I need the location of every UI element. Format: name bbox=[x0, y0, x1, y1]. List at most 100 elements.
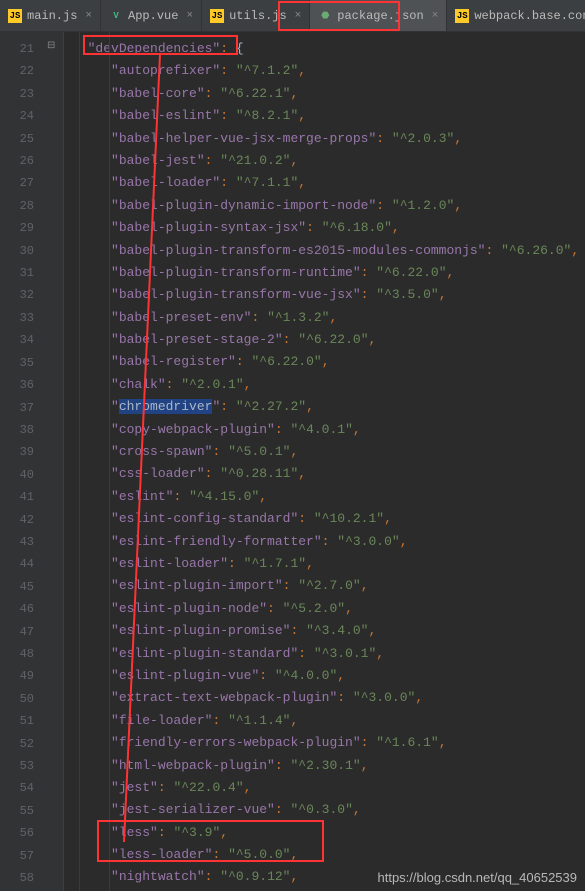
fold-gutter: ⊟ bbox=[44, 32, 64, 891]
code-line: "eslint-loader": "^1.7.1", bbox=[72, 553, 585, 575]
line-number: 56 bbox=[0, 822, 34, 844]
code-line: "babel-helper-vue-jsx-merge-props": "^2.… bbox=[72, 128, 585, 150]
js-icon: JS bbox=[210, 9, 224, 23]
close-icon[interactable]: × bbox=[432, 10, 439, 22]
line-number: 40 bbox=[0, 464, 34, 486]
line-number: 36 bbox=[0, 374, 34, 396]
line-number: 49 bbox=[0, 665, 34, 687]
line-number: 35 bbox=[0, 352, 34, 374]
tab-utils-js[interactable]: JS utils.js × bbox=[202, 0, 310, 31]
tab-main-js[interactable]: JS main.js × bbox=[0, 0, 101, 31]
code-line: "babel-plugin-transform-vue-jsx": "^3.5.… bbox=[72, 284, 585, 306]
code-line: "jest-serializer-vue": "^0.3.0", bbox=[72, 799, 585, 821]
editor: 2122232425262728293031323334353637383940… bbox=[0, 32, 585, 891]
line-number: 52 bbox=[0, 733, 34, 755]
line-number: 46 bbox=[0, 598, 34, 620]
tab-label: App.vue bbox=[128, 9, 178, 23]
line-number: 25 bbox=[0, 128, 34, 150]
line-number: 32 bbox=[0, 284, 34, 306]
line-number: 37 bbox=[0, 397, 34, 419]
code-line: "babel-preset-stage-2": "^6.22.0", bbox=[72, 329, 585, 351]
line-number: 27 bbox=[0, 172, 34, 194]
code-line: "eslint-plugin-vue": "^4.0.0", bbox=[72, 665, 585, 687]
code-line: "eslint": "^4.15.0", bbox=[72, 486, 585, 508]
line-number: 31 bbox=[0, 262, 34, 284]
code-line: "css-loader": "^0.28.11", bbox=[72, 463, 585, 485]
line-number: 26 bbox=[0, 150, 34, 172]
code-line: "babel-plugin-dynamic-import-node": "^1.… bbox=[72, 195, 585, 217]
code-line: "friendly-errors-webpack-plugin": "^1.6.… bbox=[72, 732, 585, 754]
code-line: "babel-plugin-transform-es2015-modules-c… bbox=[72, 240, 585, 262]
line-number: 39 bbox=[0, 441, 34, 463]
line-number: 42 bbox=[0, 509, 34, 531]
line-number: 38 bbox=[0, 419, 34, 441]
line-number: 58 bbox=[0, 867, 34, 889]
code-line: "babel-plugin-syntax-jsx": "^6.18.0", bbox=[72, 217, 585, 239]
line-number: 51 bbox=[0, 710, 34, 732]
code-line: "babel-core": "^6.22.1", bbox=[72, 83, 585, 105]
code-line: "less": "^3.9", bbox=[72, 822, 585, 844]
code-line: "eslint-config-standard": "^10.2.1", bbox=[72, 508, 585, 530]
code-line: "babel-plugin-transform-runtime": "^6.22… bbox=[72, 262, 585, 284]
line-number: 50 bbox=[0, 688, 34, 710]
line-number: 45 bbox=[0, 576, 34, 598]
tab-label: utils.js bbox=[229, 9, 287, 23]
code-line: "less-loader": "^5.0.0", bbox=[72, 844, 585, 866]
code-line: "eslint-plugin-import": "^2.7.0", bbox=[72, 575, 585, 597]
code-line: "extract-text-webpack-plugin": "^3.0.0", bbox=[72, 687, 585, 709]
line-number: 53 bbox=[0, 755, 34, 777]
line-number: 23 bbox=[0, 83, 34, 105]
line-gutter: 2122232425262728293031323334353637383940… bbox=[0, 32, 44, 891]
js-icon: JS bbox=[8, 9, 22, 23]
line-number: 30 bbox=[0, 240, 34, 262]
code-line: "babel-loader": "^7.1.1", bbox=[72, 172, 585, 194]
line-number: 43 bbox=[0, 531, 34, 553]
tab-label: webpack.base.conf.js bbox=[474, 9, 585, 23]
code-line: "eslint-plugin-node": "^5.2.0", bbox=[72, 598, 585, 620]
tab-label: package.json bbox=[337, 9, 423, 23]
line-number: 28 bbox=[0, 195, 34, 217]
code-line: "html-webpack-plugin": "^2.30.1", bbox=[72, 755, 585, 777]
line-number: 22 bbox=[0, 60, 34, 82]
code-line: "jest": "^22.0.4", bbox=[72, 777, 585, 799]
code-line: "eslint-friendly-formatter": "^3.0.0", bbox=[72, 531, 585, 553]
tab-webpack-conf[interactable]: JS webpack.base.conf.js × bbox=[447, 0, 585, 31]
code-line: "chromedriver": "^2.27.2", bbox=[72, 396, 585, 418]
code-line: "babel-register": "^6.22.0", bbox=[72, 351, 585, 373]
code-line: "cross-spawn": "^5.0.1", bbox=[72, 441, 585, 463]
line-number: 54 bbox=[0, 777, 34, 799]
code-line: "babel-preset-env": "^1.3.2", bbox=[72, 307, 585, 329]
line-number: 47 bbox=[0, 621, 34, 643]
line-number: 44 bbox=[0, 553, 34, 575]
tab-app-vue[interactable]: V App.vue × bbox=[101, 0, 202, 31]
tab-label: main.js bbox=[27, 9, 77, 23]
code-line: "babel-jest": "^21.0.2", bbox=[72, 150, 585, 172]
line-number: 34 bbox=[0, 329, 34, 351]
code-line: "devDependencies": { bbox=[72, 38, 585, 60]
line-number: 21 bbox=[0, 38, 34, 60]
code-line: "autoprefixer": "^7.1.2", bbox=[72, 60, 585, 82]
line-number: 55 bbox=[0, 800, 34, 822]
code-line: "copy-webpack-plugin": "^4.0.1", bbox=[72, 419, 585, 441]
code-line: "eslint-plugin-standard": "^3.0.1", bbox=[72, 643, 585, 665]
code-line: "chalk": "^2.0.1", bbox=[72, 374, 585, 396]
code-line: "eslint-plugin-promise": "^3.4.0", bbox=[72, 620, 585, 642]
line-number: 48 bbox=[0, 643, 34, 665]
close-icon[interactable]: × bbox=[295, 10, 302, 22]
tab-bar: JS main.js × V App.vue × JS utils.js × ⬣… bbox=[0, 0, 585, 32]
code-area[interactable]: "devDependencies": { "autoprefixer": "^7… bbox=[64, 32, 585, 891]
fold-collapse-icon[interactable]: ⊟ bbox=[47, 40, 59, 52]
line-number: 41 bbox=[0, 486, 34, 508]
close-icon[interactable]: × bbox=[186, 10, 193, 22]
watermark: https://blog.csdn.net/qq_40652539 bbox=[378, 870, 578, 885]
line-number: 33 bbox=[0, 307, 34, 329]
vue-icon: V bbox=[109, 9, 123, 23]
js-icon: JS bbox=[455, 9, 469, 23]
line-number: 29 bbox=[0, 217, 34, 239]
close-icon[interactable]: × bbox=[85, 10, 92, 22]
code-line: "babel-eslint": "^8.2.1", bbox=[72, 105, 585, 127]
code-line: "file-loader": "^1.1.4", bbox=[72, 710, 585, 732]
tab-package-json[interactable]: ⬣ package.json × bbox=[310, 0, 447, 31]
json-icon: ⬣ bbox=[318, 9, 332, 23]
line-number: 24 bbox=[0, 105, 34, 127]
